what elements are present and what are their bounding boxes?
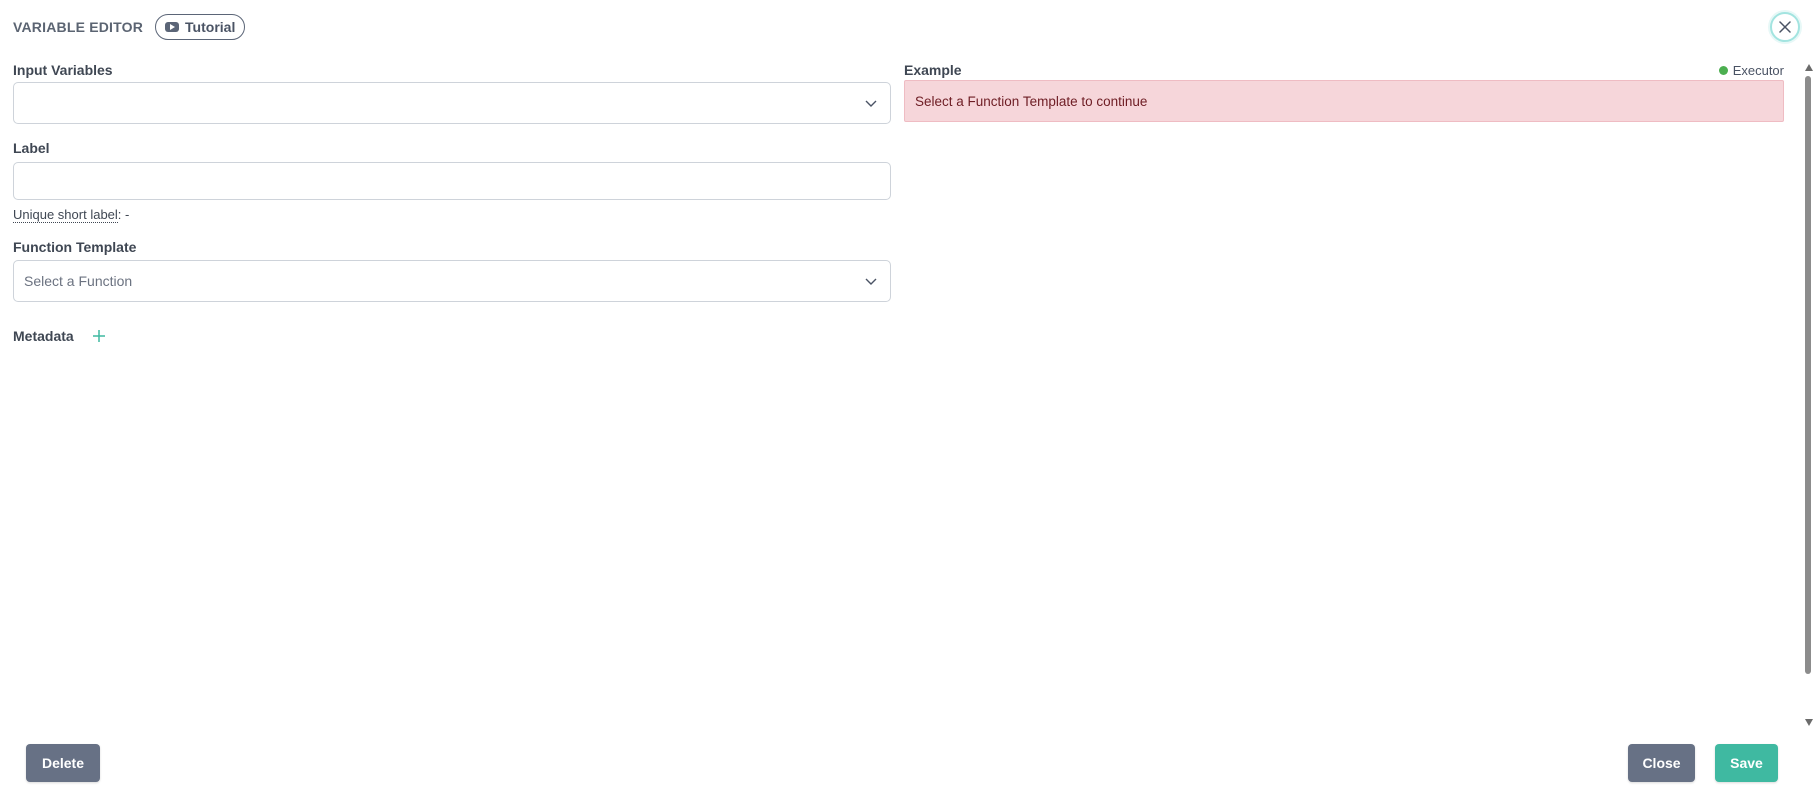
save-button[interactable]: Save [1715, 744, 1778, 782]
input-variables-select[interactable] [13, 82, 891, 124]
close-icon [1779, 21, 1791, 33]
youtube-icon [165, 22, 180, 32]
unique-short-label-value: : - [117, 207, 130, 222]
tutorial-label: Tutorial [185, 19, 236, 35]
variable-editor-dialog: VARIABLE EDITOR Tutorial Input Variables… [0, 0, 1814, 798]
close-button[interactable]: Close [1628, 744, 1695, 782]
plus-icon [92, 330, 105, 342]
scroll-thumb[interactable] [1805, 76, 1811, 674]
chevron-down-icon [865, 100, 877, 107]
executor-status-dot [1718, 66, 1728, 75]
example-alert-text: Select a Function Template to continue [915, 93, 1148, 109]
example-label: Example [904, 62, 962, 78]
executor-status: Executor [1718, 63, 1784, 78]
delete-button[interactable]: Delete [26, 744, 100, 782]
unique-short-label-prefix: Unique short label [13, 207, 118, 223]
example-alert: Select a Function Template to continue [904, 80, 1784, 122]
unique-short-label: Unique short label: - [13, 207, 130, 223]
metadata-label: Metadata [13, 328, 74, 344]
scrollbar[interactable] [1802, 60, 1814, 730]
function-template-placeholder: Select a Function [24, 273, 133, 289]
tutorial-button[interactable]: Tutorial [155, 14, 246, 40]
scroll-down-arrow[interactable] [1805, 719, 1813, 726]
function-template-select[interactable]: Select a Function [13, 260, 891, 302]
function-template-label: Function Template [13, 239, 137, 255]
add-metadata-button[interactable] [90, 327, 108, 345]
scroll-up-arrow[interactable] [1805, 64, 1813, 71]
dialog-header: VARIABLE EDITOR Tutorial [13, 13, 246, 41]
label-input[interactable] [13, 162, 891, 200]
chevron-down-icon [865, 278, 877, 285]
metadata-section: Metadata [13, 327, 108, 345]
dialog-title: VARIABLE EDITOR [13, 19, 144, 35]
close-dialog-button[interactable] [1770, 12, 1800, 42]
label-field-label: Label [13, 140, 50, 156]
input-variables-label: Input Variables [13, 62, 113, 78]
executor-label: Executor [1732, 63, 1784, 78]
